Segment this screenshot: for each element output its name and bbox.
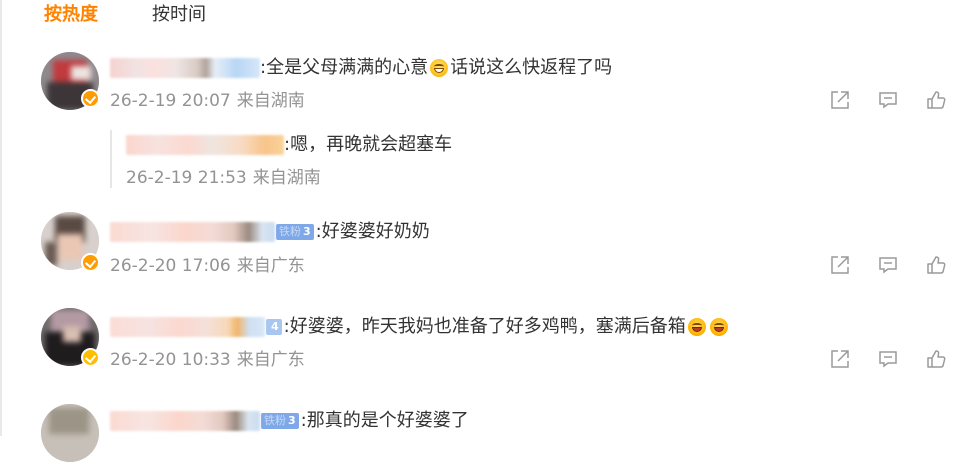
comment-time: 26-2-20 17:06 — [110, 256, 231, 276]
comment-icon[interactable] — [877, 89, 899, 111]
reply-time: 26-2-19 21:53 — [126, 168, 247, 188]
reply-location: 来自湖南 — [252, 168, 321, 188]
comment-actions — [829, 254, 949, 278]
comment-meta: 26-2-19 20:07 来自湖南 — [110, 89, 305, 113]
comment-body: 铁粉 3 :好婆婆好奶奶 — [110, 219, 430, 245]
comment-meta: 26-2-20 10:33 来自广东 — [110, 348, 305, 372]
comment-time: 26-2-20 10:33 — [110, 350, 231, 370]
laugh-emoji-icon — [687, 318, 706, 336]
comment-text: :全是父母满满的心意 — [260, 57, 429, 78]
comment-text: :那真的是个好婆婆了 — [300, 410, 469, 431]
comment-meta: 26-2-20 17:06 来自广东 — [110, 254, 305, 278]
grin-emoji-icon — [430, 59, 449, 77]
like-icon[interactable] — [925, 348, 947, 370]
username[interactable] — [110, 222, 275, 242]
username[interactable] — [110, 317, 265, 337]
avatar[interactable] — [41, 404, 99, 462]
comment-icon[interactable] — [877, 348, 899, 370]
reply-block: :嗯，再晚就会超塞车 26-2-19 21:53 来自湖南 — [110, 130, 950, 190]
fan-badge: 铁粉 3 — [261, 413, 299, 429]
share-icon[interactable] — [829, 89, 851, 111]
reply-username[interactable] — [126, 135, 284, 155]
verified-badge-icon — [81, 253, 100, 272]
comment-actions — [829, 89, 949, 113]
comment-text: :好婆婆，昨天我妈也准备了好多鸡鸭，塞满后备箱 — [283, 316, 686, 337]
comment-body: 铁粉 3 :那真的是个好婆婆了 — [110, 408, 469, 434]
reply-meta: 26-2-19 21:53 来自湖南 — [126, 166, 321, 190]
comment-text: :好婆婆好奶奶 — [315, 221, 430, 242]
comment-body: :全是父母满满的心意 话说这么快返程了吗 — [110, 55, 612, 81]
comment-icon[interactable] — [877, 254, 899, 276]
comment-body: 4 :好婆婆，昨天我妈也准备了好多鸡鸭，塞满后备箱 — [110, 314, 730, 340]
laugh-emoji-icon — [709, 318, 728, 336]
fan-badge: 4 — [266, 319, 282, 335]
share-icon[interactable] — [829, 348, 851, 370]
comment-location: 来自广东 — [236, 256, 305, 276]
reply-divider — [110, 130, 112, 188]
reply-body: :嗯，再晚就会超塞车 — [126, 132, 452, 158]
tab-sort-time[interactable]: 按时间 — [152, 2, 206, 28]
verified-badge-icon — [81, 348, 100, 367]
comment-text-continued: 话说这么快返程了吗 — [450, 57, 613, 78]
reply-text: :嗯，再晚就会超塞车 — [284, 134, 453, 155]
comment-actions — [829, 348, 949, 372]
verified-badge-icon — [81, 89, 100, 108]
like-icon[interactable] — [925, 254, 947, 276]
tab-sort-hot[interactable]: 按热度 — [44, 2, 98, 28]
left-divider — [0, 0, 2, 436]
comment-time: 26-2-19 20:07 — [110, 91, 231, 111]
like-icon[interactable] — [925, 89, 947, 111]
share-icon[interactable] — [829, 254, 851, 276]
comment-location: 来自广东 — [236, 350, 305, 370]
username[interactable] — [110, 411, 260, 431]
fan-badge: 铁粉 3 — [276, 224, 314, 240]
comment-location: 来自湖南 — [236, 91, 305, 111]
username[interactable] — [110, 58, 260, 78]
